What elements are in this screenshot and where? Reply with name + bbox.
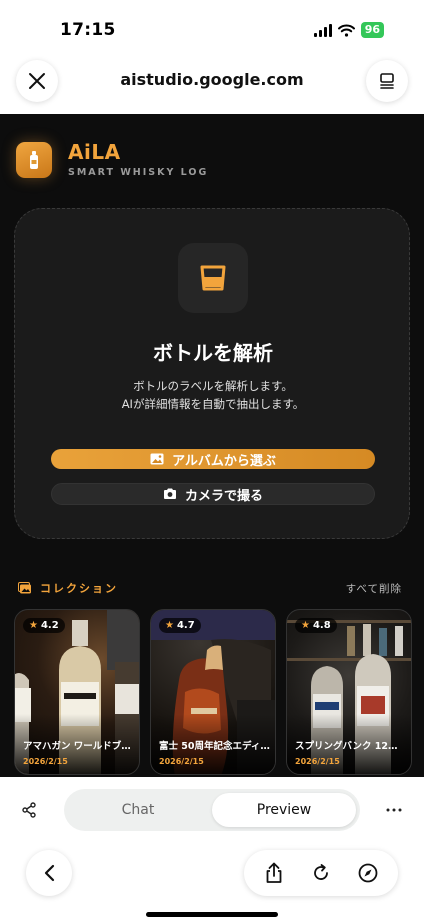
app-logo bbox=[16, 142, 52, 178]
star-icon: ★ bbox=[29, 620, 38, 631]
analyze-desc-line1: ボトルのラベルを解析します。 bbox=[133, 379, 293, 393]
status-time: 17:15 bbox=[60, 20, 116, 40]
reload-icon[interactable] bbox=[311, 863, 331, 883]
app-brand: AiLA bbox=[68, 140, 121, 164]
rating-value: 4.8 bbox=[312, 620, 331, 631]
star-icon: ★ bbox=[165, 620, 174, 631]
tab-chat[interactable]: Chat bbox=[68, 793, 208, 827]
album-button-label: アルバムから選ぶ bbox=[172, 453, 276, 469]
star-icon: ★ bbox=[301, 620, 310, 631]
analyze-description: ボトルのラベルを解析します。 AIが詳細情報を自動で抽出します。 bbox=[15, 377, 411, 413]
clear-all-button[interactable]: すべて削除 bbox=[346, 581, 402, 596]
analyze-card: ボトルを解析 ボトルのラベルを解析します。 AIが詳細情報を自動で抽出します。 … bbox=[14, 208, 410, 539]
tab-preview[interactable]: Preview bbox=[212, 793, 356, 827]
camera-button-label: カメラで撮る bbox=[184, 488, 263, 504]
bottle-name: アマハガン ワールドブ… bbox=[23, 741, 131, 752]
rating-value: 4.7 bbox=[176, 620, 195, 631]
battery-icon: 96 bbox=[360, 22, 384, 38]
collection-icon bbox=[18, 582, 31, 594]
collection-item[interactable]: ★ 4.7 富士 50周年記念エディ… 2026/2/15 bbox=[150, 609, 276, 775]
back-button[interactable] bbox=[26, 850, 72, 896]
bottle-name: 富士 50周年記念エディ… bbox=[159, 741, 270, 752]
more-icon[interactable] bbox=[386, 808, 402, 812]
analyze-desc-line2: AIが詳細情報を自動で抽出します。 bbox=[121, 397, 305, 411]
collection-item[interactable]: ★ 4.8 スプリングバンク 12年 … 2026/2/15 bbox=[286, 609, 412, 775]
rating-badge: ★ 4.2 bbox=[23, 618, 65, 633]
tabs-button[interactable] bbox=[366, 60, 408, 102]
collection-item[interactable]: ★ 4.2 アマハガン ワールドブ… 2026/2/15 bbox=[14, 609, 140, 775]
camera-icon bbox=[163, 488, 176, 499]
status-bar: 17:15 96 bbox=[0, 0, 424, 58]
bottle-date: 2026/2/15 bbox=[159, 757, 204, 766]
bottle-date: 2026/2/15 bbox=[23, 757, 68, 766]
bottle-date: 2026/2/15 bbox=[295, 757, 340, 766]
back-icon bbox=[44, 864, 55, 882]
collection-title: コレクション bbox=[40, 582, 118, 595]
browser-bar: aistudio.google.com bbox=[0, 58, 424, 114]
app-view: AiLA SMART WHISKY LOG ボトルを解析 ボトルのラベルを解析し… bbox=[0, 114, 424, 777]
browser-nav-bar bbox=[0, 842, 424, 922]
share-icon[interactable] bbox=[21, 802, 37, 818]
app-tagline: SMART WHISKY LOG bbox=[68, 167, 209, 178]
upload-icon[interactable] bbox=[264, 862, 284, 884]
rating-value: 4.2 bbox=[40, 620, 59, 631]
bottle-icon bbox=[30, 151, 38, 169]
album-button[interactable]: アルバムから選ぶ bbox=[51, 449, 375, 469]
image-icon bbox=[150, 453, 164, 465]
camera-button[interactable]: カメラで撮る bbox=[51, 483, 375, 505]
chat-preview-toggle: Chat Preview bbox=[64, 789, 360, 831]
home-indicator bbox=[146, 912, 278, 917]
collection-header: コレクション bbox=[18, 580, 118, 596]
action-pill bbox=[244, 850, 398, 896]
analyze-title: ボトルを解析 bbox=[153, 341, 273, 365]
signal-icon bbox=[313, 23, 332, 37]
url-text[interactable]: aistudio.google.com bbox=[0, 70, 424, 89]
bottle-name: スプリングバンク 12年 … bbox=[295, 741, 407, 752]
rating-badge: ★ 4.7 bbox=[159, 618, 201, 633]
rating-badge: ★ 4.8 bbox=[295, 618, 337, 633]
mode-bar: Chat Preview bbox=[0, 777, 424, 842]
tabs-icon bbox=[380, 73, 394, 89]
compass-icon[interactable] bbox=[358, 863, 378, 883]
glass-icon bbox=[200, 265, 226, 291]
wifi-icon bbox=[337, 24, 355, 37]
glass-icon-box bbox=[178, 243, 248, 313]
status-icons: 96 bbox=[313, 22, 384, 38]
